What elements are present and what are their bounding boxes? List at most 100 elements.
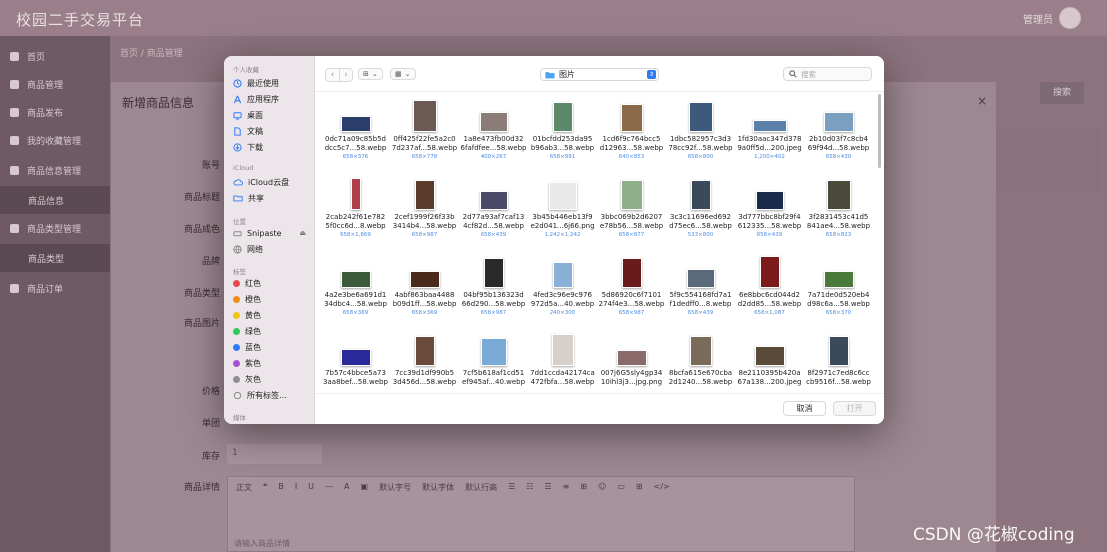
sidebar-item-icloud-drive[interactable]: iCloud云盘: [233, 175, 311, 189]
forward-button[interactable]: ›: [339, 69, 352, 81]
sidebar-item-goods[interactable]: 商品管理: [0, 70, 110, 98]
file-item[interactable]: 3b45b446eb13f9 e2d041...6j66.png 1,242×1,2…: [528, 172, 597, 238]
sidebar-item-shared[interactable]: 共享: [233, 191, 311, 205]
tag-red[interactable]: 红色: [233, 276, 311, 290]
sidebar-item-documents[interactable]: 文稿: [233, 124, 311, 138]
font-color-icon[interactable]: A: [344, 482, 349, 493]
file-thumbnail-box: [321, 328, 390, 366]
file-item[interactable]: 6e8bbc6cd044d2 d2dd85...58.webp 658×1,087: [735, 250, 804, 316]
user-menu[interactable]: 管理员: [1023, 7, 1081, 29]
emoji-icon[interactable]: ☺: [598, 482, 606, 493]
toolbar-paragraph[interactable]: 正文: [236, 482, 252, 493]
sidebar-item-type[interactable]: 商品类型: [0, 244, 110, 272]
file-thumbnail: [752, 120, 787, 132]
sidebar-item-applications[interactable]: 应用程序: [233, 92, 311, 106]
file-item[interactable]: 2b10d03f7c8cb4 69f94d...58.webp 658×430: [804, 94, 873, 160]
file-item[interactable]: 01bcfdd253da95 b96ab3...58.webp 658×991: [528, 94, 597, 160]
sidebar-item-desktop[interactable]: 桌面: [233, 108, 311, 122]
quote-icon[interactable]: ❝: [263, 482, 267, 493]
tag-green[interactable]: 绿色: [233, 324, 311, 338]
file-item[interactable]: 3d777bbc8bf29f4 612335...58.webp 658×439: [735, 172, 804, 238]
file-item[interactable]: 1dbc582957c3d3 78cc92f...58.webp 658×800: [666, 94, 735, 160]
file-item[interactable]: 3f2831453c41d5 841ae4...58.webp 658×823: [804, 172, 873, 238]
sidebar-item-home[interactable]: 首页: [0, 42, 110, 70]
italic-icon[interactable]: I: [295, 482, 297, 493]
file-item[interactable]: 007j6G5sly4gp34 10ihl3j3...jpg.png: [597, 328, 666, 388]
file-item[interactable]: 0dc71a09c85b5d dcc5c7...58.webp 658×376: [321, 94, 390, 160]
file-item[interactable]: 1fd30aac347d378 9a0ff5d...200.jpeg 1,200×4…: [735, 94, 804, 160]
search-field[interactable]: 搜索: [783, 67, 872, 81]
sidebar-item-type-mgmt[interactable]: 商品类型管理: [0, 214, 110, 242]
font-family-select[interactable]: 默认字体: [422, 482, 454, 493]
sidebar-item-recents[interactable]: 最近使用: [233, 76, 311, 90]
file-item[interactable]: 8e2110395b420a 67a138...200.jpeg: [735, 328, 804, 388]
image-icon[interactable]: ▭: [617, 482, 625, 493]
file-dimensions: 658×1,869: [340, 232, 371, 238]
file-item[interactable]: 7b57c4bbce5a73 3aa8bef...58.webp: [321, 328, 390, 388]
stock-input[interactable]: 1: [227, 444, 322, 464]
file-item[interactable]: 7dd1ccda42174ca 472fbfa...58.webp: [528, 328, 597, 388]
file-item[interactable]: 2cef1999f26f33b 3414b4...58.webp 658×987: [390, 172, 459, 238]
file-item[interactable]: 4a2e3be6a691d1 34dbc4...58.webp 658×369: [321, 250, 390, 316]
font-size-select[interactable]: 默认字号: [379, 482, 411, 493]
indent-icon[interactable]: ⊞: [580, 482, 587, 493]
scrollbar[interactable]: [878, 94, 881, 168]
align-icon[interactable]: ≡: [563, 482, 570, 493]
file-item[interactable]: 7cc39d1df990b5 3d456d...58.webp: [390, 328, 459, 388]
file-item[interactable]: 7cf5b618af1cd51 ef945af...40.webp: [459, 328, 528, 388]
sidebar-item-network[interactable]: 网络: [233, 242, 311, 256]
tag-yellow[interactable]: 黄色: [233, 308, 311, 322]
file-item[interactable]: 1a8e473fb00d32 6fafdfee...58.webp 400×267: [459, 94, 528, 160]
table-icon[interactable]: ⊞: [636, 482, 643, 493]
file-item[interactable]: 5d86920c6f7101 274f4e3...58.webp 658×987: [597, 250, 666, 316]
file-item[interactable]: 2d77a93af7caf13 4cf82d...58.webp 658×439: [459, 172, 528, 238]
file-item[interactable]: 4fed3c96e9c976 972d5a...40.webp 240×300: [528, 250, 597, 316]
eject-icon[interactable]: ⏏: [299, 229, 306, 237]
sidebar-item-goods-info[interactable]: 商品信息: [0, 186, 110, 214]
line-height-select[interactable]: 默认行高: [465, 482, 497, 493]
sidebar-item-downloads[interactable]: 下载: [233, 140, 311, 154]
search-button[interactable]: 搜索: [1040, 82, 1084, 104]
group-view-button[interactable]: ▦ ⌄: [390, 68, 416, 80]
file-item[interactable]: 2cab242f61e782 5f0cc6d...8.webp 658×1,869: [321, 172, 390, 238]
file-name: 3f2831453c41d5 841ae4...58.webp: [804, 213, 873, 231]
file-item[interactable]: 8f2971c7ed8c6cc cb9516f...58.webp: [804, 328, 873, 388]
file-item[interactable]: 0ff425f22fe5a2c0 7d237af...58.webp 658×778: [390, 94, 459, 160]
tag-orange[interactable]: 橙色: [233, 292, 311, 306]
close-icon[interactable]: ×: [977, 94, 987, 108]
file-item[interactable]: 4abf863baa4488 b09d1ff...58.webp 658×369: [390, 250, 459, 316]
location-popup[interactable]: 图片 ⇕: [540, 68, 659, 81]
more-icon[interactable]: —: [325, 482, 333, 493]
sidebar-item-goods-info-mgmt[interactable]: 商品信息管理: [0, 156, 110, 184]
bold-icon[interactable]: B: [278, 482, 284, 493]
sidebar-item-publish[interactable]: 商品发布: [0, 98, 110, 126]
sidebar-item-favorites[interactable]: 我的收藏管理: [0, 126, 110, 154]
open-button[interactable]: 打开: [833, 401, 876, 416]
file-item[interactable]: 5f9c554168fd7a1 f1dedff0...8.webp 658×439: [666, 250, 735, 316]
bullet-list-icon[interactable]: ☰: [508, 482, 515, 493]
file-item[interactable]: 3bbc069b2d6207 e78b56...58.webp 658×877: [597, 172, 666, 238]
tag-all[interactable]: 所有标签…: [233, 388, 311, 402]
cancel-button[interactable]: 取消: [783, 401, 826, 416]
underline-icon[interactable]: U: [308, 482, 314, 493]
file-item[interactable]: 04bf95b136323d 66d290...58.webp 658×987: [459, 250, 528, 316]
avatar[interactable]: [1059, 7, 1081, 29]
number-list-icon[interactable]: ☷: [526, 482, 533, 493]
icon-view-button[interactable]: ⊞ ⌄: [358, 68, 383, 80]
file-dimensions: 658×370: [825, 310, 852, 316]
tag-blue[interactable]: 蓝色: [233, 340, 311, 354]
file-item[interactable]: 7a71de0d520eb4 d98c6a...58.webp 658×370: [804, 250, 873, 316]
file-name-line1: 4fed3c96e9c976: [533, 291, 592, 299]
tag-purple[interactable]: 紫色: [233, 356, 311, 370]
todo-icon[interactable]: ☰: [544, 482, 551, 493]
tag-gray[interactable]: 灰色: [233, 372, 311, 386]
code-icon[interactable]: </>: [654, 482, 670, 493]
chevron-down-icon: ⌄: [371, 70, 378, 78]
file-item[interactable]: 8bcfa615e670cba 2d1240...58.webp: [666, 328, 735, 388]
file-dimensions: 658×800: [687, 154, 714, 160]
file-item[interactable]: 1cd6f9c764bcc5 d12963...58.webp 640×853: [597, 94, 666, 160]
file-item[interactable]: 3c3c11696ed692 d75ec6...58.webp 533×800: [666, 172, 735, 238]
sidebar-item-orders[interactable]: 商品订单: [0, 274, 110, 302]
back-button[interactable]: ‹: [326, 69, 339, 81]
bg-color-icon[interactable]: ▣: [361, 482, 369, 493]
